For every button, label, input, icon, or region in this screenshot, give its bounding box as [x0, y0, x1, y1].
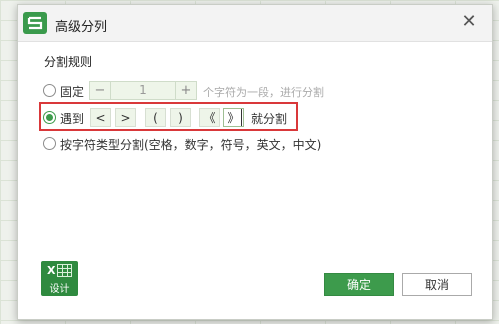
ok-button[interactable]: 确定 — [324, 273, 394, 296]
advanced-split-dialog: 高级分列 ✕ 分割规则 固定 − 1 + 个字符为一段，进行分割 遇到 < > … — [17, 4, 493, 320]
fixed-width-value[interactable]: 1 — [111, 82, 175, 99]
delimiter-symbol-lbook[interactable]: 《 — [199, 108, 220, 127]
dialog-title: 高级分列 — [55, 20, 108, 35]
split-rules-label: 分割规则 — [44, 55, 93, 69]
increment-button[interactable]: + — [175, 82, 196, 99]
decrement-button[interactable]: − — [90, 82, 111, 99]
fixed-width-radio[interactable] — [43, 84, 56, 97]
fixed-width-stepper[interactable]: − 1 + — [89, 81, 197, 100]
grid-icon — [57, 264, 72, 277]
excel-x-icon: X — [47, 264, 56, 277]
delimiter-symbol-rparen[interactable]: ) — [170, 108, 191, 127]
fixed-width-hint: 个字符为一段，进行分割 — [203, 86, 324, 99]
design-icon-label: 设计 — [49, 284, 70, 295]
by-type-radio[interactable] — [43, 137, 56, 150]
cancel-button[interactable]: 取消 — [402, 273, 472, 296]
delimiter-label: 遇到 — [60, 112, 85, 126]
delimiter-symbol-gt[interactable]: > — [115, 108, 136, 127]
delimiter-suffix: 就分割 — [251, 112, 288, 126]
dialog-titlebar: 高级分列 ✕ — [18, 5, 492, 42]
spreadsheet-design-icon[interactable]: X 设计 — [41, 261, 78, 296]
delimiter-symbol-lparen[interactable]: ( — [145, 108, 166, 127]
by-type-label: 按字符类型分割(空格，数字，符号，英文，中文) — [60, 138, 322, 152]
wps-logo-icon — [23, 12, 47, 34]
delimiter-radio[interactable] — [43, 111, 56, 124]
text-cursor — [241, 109, 242, 126]
delimiter-symbol-lt[interactable]: < — [90, 108, 111, 127]
fixed-width-label: 固定 — [60, 85, 85, 99]
close-button[interactable]: ✕ — [458, 11, 480, 33]
